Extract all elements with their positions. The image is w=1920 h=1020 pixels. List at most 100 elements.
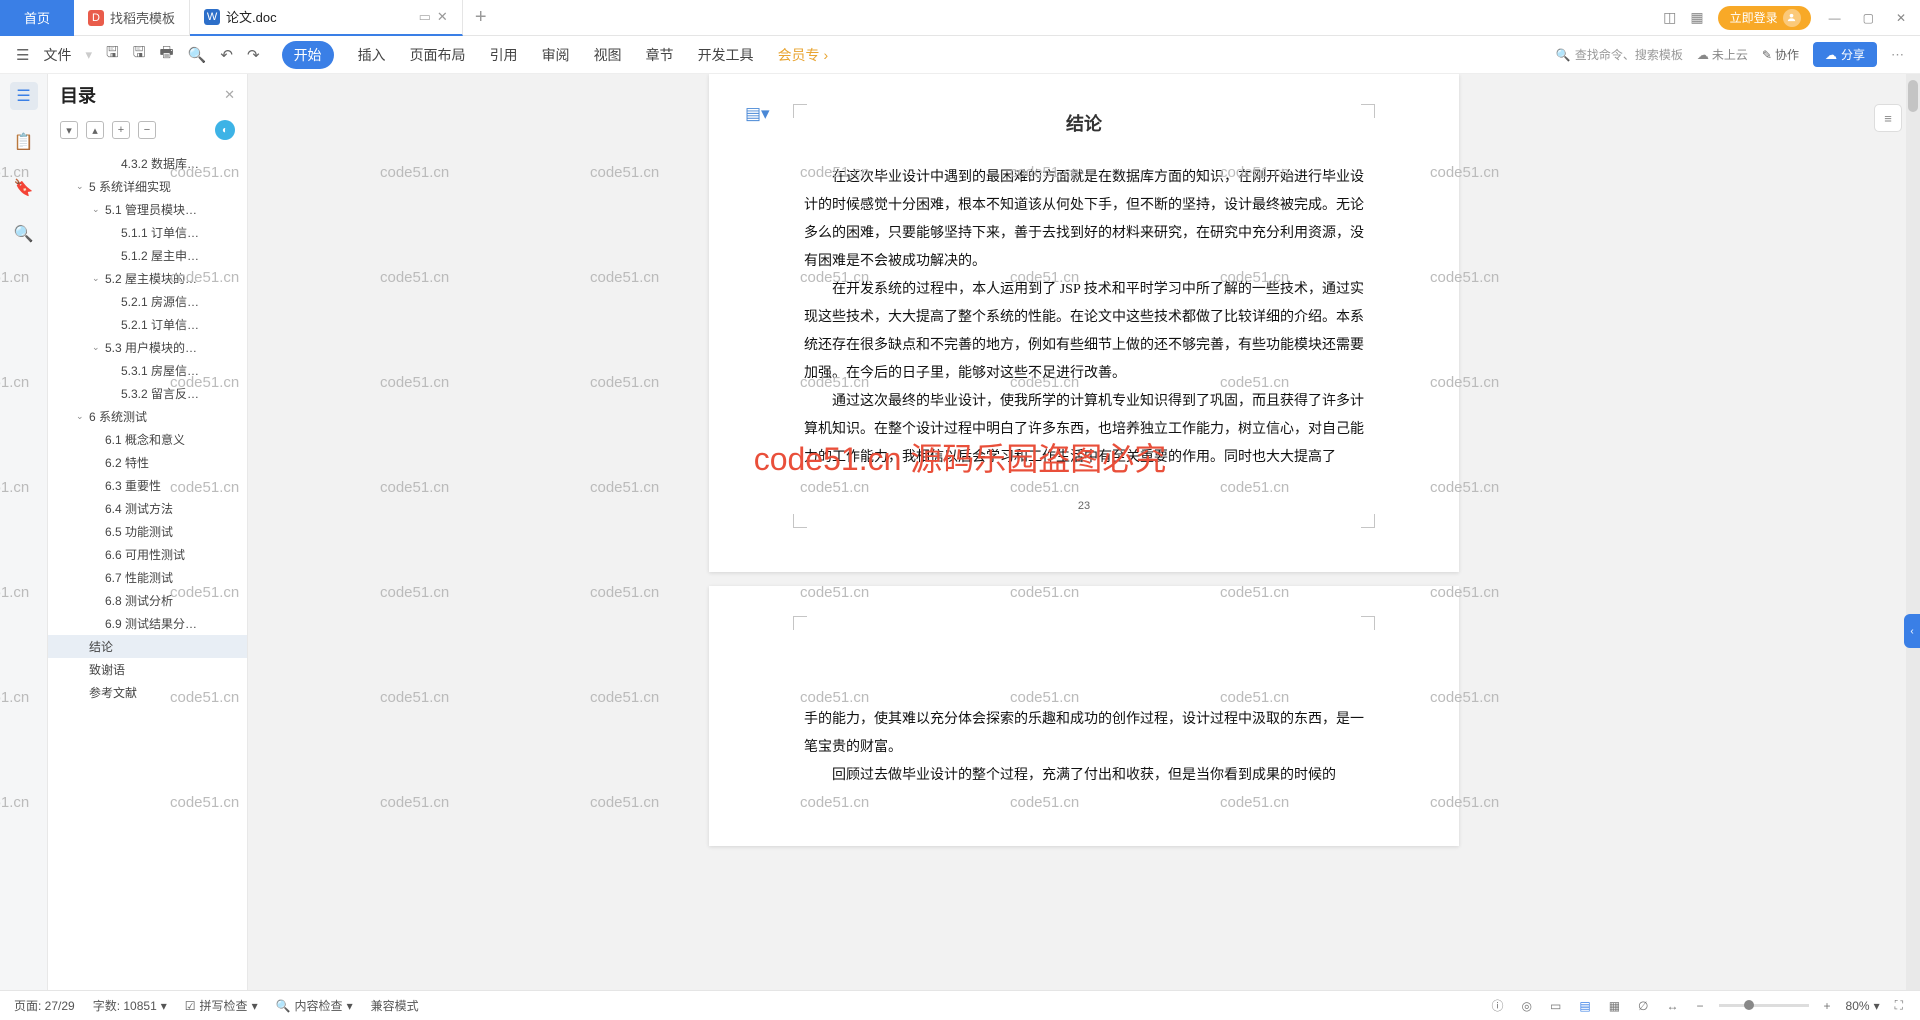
tab-ref[interactable]: 引用	[490, 45, 518, 65]
outline-item[interactable]: 6.9 测试结果分…	[48, 612, 247, 635]
tab-review[interactable]: 审阅	[542, 45, 570, 65]
docer-icon: D	[88, 10, 104, 26]
content-check[interactable]: 🔍 内容检查 ▾	[276, 997, 353, 1014]
spell-check[interactable]: ☑ 拼写检查 ▾	[185, 997, 258, 1014]
outline-item[interactable]: 6.3 重要性	[48, 474, 247, 497]
login-button[interactable]: 立即登录	[1718, 6, 1811, 30]
print-preview-icon[interactable]: 🔍	[188, 46, 207, 64]
outline-item[interactable]: 参考文献	[48, 681, 247, 704]
web-view-icon[interactable]: ▦	[1606, 999, 1623, 1013]
redo-icon[interactable]: ↷	[247, 46, 260, 64]
menu-icon[interactable]: ☰	[16, 46, 29, 64]
outline-view-icon[interactable]: ∅	[1635, 999, 1651, 1013]
outline-item[interactable]: ⌄5.1 管理员模块…	[48, 198, 247, 221]
cloud-status[interactable]: ☁ 未上云	[1697, 46, 1748, 63]
zoom-level[interactable]: 80% ▾	[1846, 999, 1880, 1013]
outline-item[interactable]: 5.2.1 订单信…	[48, 313, 247, 336]
zoom-slider[interactable]	[1719, 1004, 1809, 1007]
outline-item[interactable]: ⌄5 系统详细实现	[48, 175, 247, 198]
outline-item[interactable]: 结论	[48, 635, 247, 658]
title-bar: 首页 D找稻壳模板 W论文.doc▭✕ + ◫ ▦ 立即登录 — ▢ ✕	[0, 0, 1920, 36]
ai-assistant-icon[interactable]: ≡	[1874, 104, 1902, 132]
undo-icon[interactable]: ↶	[220, 46, 233, 64]
outline-item[interactable]: 5.1.1 订单信…	[48, 221, 247, 244]
outline-item[interactable]: 6.4 测试方法	[48, 497, 247, 520]
new-tab-button[interactable]: +	[463, 6, 499, 29]
outline-item[interactable]: 5.3.1 房屋信…	[48, 359, 247, 382]
tab-label: 论文.doc	[226, 7, 277, 26]
outline-title: 目录	[60, 82, 96, 108]
ribbon-more-icon[interactable]: ⋯	[1891, 47, 1904, 63]
outline-item[interactable]: 6.7 性能测试	[48, 566, 247, 589]
collab-button[interactable]: ✎ 协作	[1762, 46, 1799, 63]
page-indicator[interactable]: 页面: 27/29	[14, 997, 75, 1014]
maximize-button[interactable]: ▢	[1859, 11, 1878, 25]
collapse-all-icon[interactable]: ▾	[60, 121, 78, 139]
file-menu[interactable]: 文件	[43, 45, 71, 65]
word-count[interactable]: 字数: 10851 ▾	[93, 997, 167, 1014]
avatar-icon	[1783, 9, 1801, 27]
paragraph: 在开发系统的过程中，本人运用到了 JSP 技术和平时学习中所了解的一些技术，通过…	[804, 276, 1364, 388]
page-view-icon[interactable]: ▤	[1576, 999, 1593, 1013]
tab-insert[interactable]: 插入	[358, 45, 386, 65]
tab-home[interactable]: 首页	[0, 0, 74, 36]
outline-item[interactable]: 5.3.2 留言反…	[48, 382, 247, 405]
outline-item[interactable]: ⌄5.3 用户模块的…	[48, 336, 247, 359]
outline-item[interactable]: 5.1.2 屋主申…	[48, 244, 247, 267]
tab-view[interactable]: 视图	[594, 45, 622, 65]
outline-item[interactable]: 6.5 功能测试	[48, 520, 247, 543]
minimize-button[interactable]: —	[1825, 11, 1845, 25]
ai-read-icon[interactable]: ⓘ	[1489, 997, 1507, 1014]
fullscreen-icon[interactable]: ⛶	[1892, 998, 1906, 1013]
page: 手的能力，使其难以充分体会探索的乐趣和成功的创作过程，设计过程中汲取的东西，是一…	[709, 586, 1459, 846]
add-level-icon[interactable]: +	[112, 121, 130, 139]
outline-icon[interactable]: ☰	[10, 82, 38, 110]
outline-item[interactable]: 6.2 特性	[48, 451, 247, 474]
outline-item[interactable]: 致谢语	[48, 658, 247, 681]
layout-icon[interactable]: ◫	[1663, 9, 1676, 26]
search-commands[interactable]: 🔍 查找命令、搜索模板	[1556, 46, 1683, 63]
outline-item[interactable]: 6.1 概念和意义	[48, 428, 247, 451]
scrollbar[interactable]	[1906, 74, 1920, 990]
outline-item[interactable]: 5.2.1 房源信…	[48, 290, 247, 313]
outline-item[interactable]: 6.8 测试分析	[48, 589, 247, 612]
outline-item[interactable]: ⌄6 系统测试	[48, 405, 247, 428]
panel-close-icon[interactable]: ✕	[224, 87, 235, 103]
search-icon[interactable]: 🔍	[10, 220, 38, 248]
zoom-out-icon[interactable]: −	[1694, 999, 1707, 1013]
print-icon[interactable]: 🖶	[160, 42, 174, 67]
tab-start[interactable]: 开始	[282, 41, 334, 69]
compat-mode[interactable]: 兼容模式	[371, 997, 419, 1014]
zoom-fit-icon[interactable]: ↔	[1664, 999, 1682, 1013]
zoom-in-icon[interactable]: +	[1821, 999, 1834, 1013]
focus-icon[interactable]: ◎	[1519, 999, 1535, 1013]
close-button[interactable]: ✕	[1892, 11, 1910, 25]
save-as-icon[interactable]: 🖫	[133, 42, 146, 67]
share-button[interactable]: ☁ 分享	[1813, 42, 1877, 67]
outline-tree: 4.3.2 数据库…⌄5 系统详细实现⌄5.1 管理员模块…5.1.1 订单信……	[48, 148, 247, 990]
side-tab[interactable]: ‹	[1904, 614, 1920, 648]
tab-document[interactable]: W论文.doc▭✕	[190, 0, 463, 36]
expand-all-icon[interactable]: ▴	[86, 121, 104, 139]
tab-member[interactable]: 会员专 ›	[778, 45, 829, 65]
window-mode-icon[interactable]: ▭	[419, 9, 431, 25]
reading-icon[interactable]: ▭	[1547, 999, 1564, 1013]
save-icon[interactable]: 🖫	[106, 42, 119, 67]
apps-icon[interactable]: ▦	[1690, 9, 1703, 26]
page-settings-icon[interactable]: ▤▾	[745, 104, 770, 124]
ai-badge-icon[interactable]: ◐	[215, 120, 235, 140]
outline-item[interactable]: 6.6 可用性测试	[48, 543, 247, 566]
tab-layout[interactable]: 页面布局	[410, 45, 466, 65]
tab-template[interactable]: D找稻壳模板	[74, 0, 190, 36]
outline-item[interactable]: ⌄5.2 屋主模块的…	[48, 267, 247, 290]
scroll-thumb[interactable]	[1908, 80, 1918, 112]
page-number: 23	[804, 500, 1364, 512]
outline-item[interactable]: 4.3.2 数据库…	[48, 152, 247, 175]
tab-chapter[interactable]: 章节	[646, 45, 674, 65]
bookmark-icon[interactable]: 🔖	[10, 174, 38, 202]
clipboard-icon[interactable]: 📋	[10, 128, 38, 156]
remove-level-icon[interactable]: −	[138, 121, 156, 139]
tab-close-icon[interactable]: ✕	[437, 9, 448, 25]
tab-dev[interactable]: 开发工具	[698, 45, 754, 65]
document-scroll[interactable]: ▤▾ 结论 在这次毕业设计中遇到的最困难的方面就是在数据库方面的知识，在刚开始进…	[248, 74, 1920, 990]
